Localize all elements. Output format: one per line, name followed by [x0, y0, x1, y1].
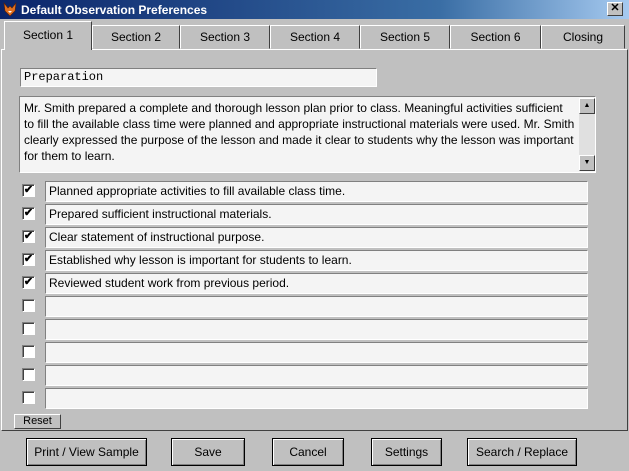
scroll-up-icon[interactable]: ▲ — [579, 98, 595, 114]
checklist-checkbox[interactable] — [22, 391, 35, 404]
checklist-item-field[interactable] — [45, 296, 588, 317]
scroll-down-icon[interactable]: ▼ — [579, 155, 595, 171]
close-button[interactable]: ✕ — [607, 2, 623, 16]
vertical-scrollbar[interactable]: ▲ ▼ — [579, 98, 595, 171]
narrative-text: Mr. Smith prepared a complete and thorou… — [24, 101, 575, 163]
cancel-button[interactable]: Cancel — [272, 438, 344, 466]
tab-section-1[interactable]: Section 1 — [4, 21, 92, 50]
checklist-item-field[interactable]: Planned appropriate activities to fill a… — [45, 181, 588, 202]
window-title: Default Observation Preferences — [21, 3, 208, 17]
checklist-checkbox[interactable]: ✔ — [22, 276, 35, 289]
tab-closing[interactable]: Closing — [541, 25, 625, 49]
checklist-checkbox[interactable] — [22, 299, 35, 312]
narrative-textarea[interactable]: Mr. Smith prepared a complete and thorou… — [19, 96, 596, 173]
checklist-item-field[interactable] — [45, 319, 588, 340]
checklist-item-field[interactable]: Reviewed student work from previous peri… — [45, 273, 588, 294]
checklist-checkbox[interactable]: ✔ — [22, 207, 35, 220]
section-title-field[interactable]: Preparation — [20, 68, 377, 87]
reset-button[interactable]: Reset — [14, 414, 61, 429]
print-view-sample-button[interactable]: Print / View Sample — [26, 438, 147, 466]
tab-section-5[interactable]: Section 5 — [360, 25, 450, 49]
title-bar: Default Observation Preferences ✕ — [0, 0, 629, 19]
tab-section-4[interactable]: Section 4 — [270, 25, 360, 49]
checklist-item-field[interactable] — [45, 342, 588, 363]
checklist-checkbox[interactable]: ✔ — [22, 184, 35, 197]
tab-section-6[interactable]: Section 6 — [450, 25, 541, 49]
fox-icon — [3, 2, 17, 17]
checklist-checkbox[interactable]: ✔ — [22, 230, 35, 243]
checklist-checkbox[interactable] — [22, 368, 35, 381]
checklist-item-field[interactable]: Established why lesson is important for … — [45, 250, 588, 271]
checklist-item-field[interactable] — [45, 365, 588, 386]
settings-button[interactable]: Settings — [371, 438, 442, 466]
checklist-checkbox[interactable] — [22, 322, 35, 335]
checklist-checkbox[interactable] — [22, 345, 35, 358]
tab-section-2[interactable]: Section 2 — [92, 25, 180, 49]
checklist-item-field[interactable]: Prepared sufficient instructional materi… — [45, 204, 588, 225]
checklist-checkbox[interactable]: ✔ — [22, 253, 35, 266]
checklist-item-field[interactable] — [45, 388, 588, 409]
tab-section-3[interactable]: Section 3 — [180, 25, 270, 49]
search-replace-button[interactable]: Search / Replace — [467, 438, 577, 466]
checklist-item-field[interactable]: Clear statement of instructional purpose… — [45, 227, 588, 248]
save-button[interactable]: Save — [171, 438, 245, 466]
